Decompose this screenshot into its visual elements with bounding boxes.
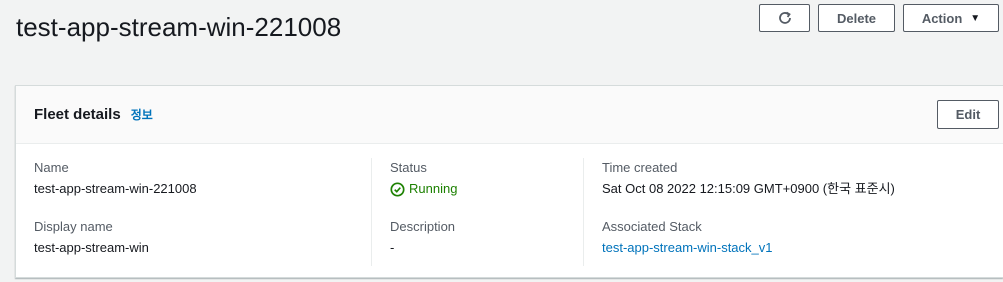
description-field: Description - bbox=[390, 219, 457, 256]
description-value: - bbox=[390, 240, 395, 255]
panel-title: Fleet details bbox=[34, 106, 121, 123]
action-dropdown-button[interactable]: Action ▼ bbox=[903, 4, 999, 32]
display-name-label: Display name bbox=[34, 219, 113, 234]
details-column-3: Time created Sat Oct 08 2022 12:15:09 GM… bbox=[602, 160, 895, 256]
status-text: Running bbox=[409, 181, 458, 196]
refresh-button[interactable] bbox=[759, 4, 810, 32]
status-field: Status Running bbox=[390, 160, 457, 197]
delete-button[interactable]: Delete bbox=[818, 4, 895, 32]
time-created-value: Sat Oct 08 2022 12:15:09 GMT+0900 (한국 표준… bbox=[602, 181, 895, 196]
associated-stack-field: Associated Stack test-app-stream-win-sta… bbox=[602, 219, 895, 256]
associated-stack-label: Associated Stack bbox=[602, 219, 702, 234]
refresh-icon bbox=[778, 11, 791, 24]
fleet-details-panel: Fleet details 정보 Edit Name test-app-stre… bbox=[15, 85, 1003, 278]
info-link[interactable]: 정보 bbox=[131, 106, 153, 123]
column-divider bbox=[371, 158, 372, 266]
name-label: Name bbox=[34, 160, 69, 175]
column-divider bbox=[583, 158, 584, 266]
check-circle-icon bbox=[390, 181, 405, 197]
caret-down-icon: ▼ bbox=[970, 12, 981, 24]
associated-stack-link[interactable]: test-app-stream-win-stack_v1 bbox=[602, 240, 895, 256]
header-actions: Delete Action ▼ bbox=[759, 4, 999, 32]
status-value: Running bbox=[390, 181, 457, 197]
details-column-1: Name test-app-stream-win-221008 Display … bbox=[34, 160, 197, 256]
details-column-2: Status Running Description - bbox=[390, 160, 457, 256]
status-label: Status bbox=[390, 160, 427, 175]
display-name-value: test-app-stream-win bbox=[34, 240, 149, 255]
time-created-label: Time created bbox=[602, 160, 678, 175]
details-grid: Name test-app-stream-win-221008 Display … bbox=[16, 144, 1003, 278]
page-title: test-app-stream-win-221008 bbox=[16, 12, 342, 42]
panel-header: Fleet details 정보 Edit bbox=[16, 86, 1003, 144]
display-name-field: Display name test-app-stream-win bbox=[34, 219, 197, 256]
name-field: Name test-app-stream-win-221008 bbox=[34, 160, 197, 197]
action-label: Action bbox=[921, 10, 963, 26]
name-value: test-app-stream-win-221008 bbox=[34, 181, 197, 196]
edit-button[interactable]: Edit bbox=[937, 100, 999, 129]
time-created-field: Time created Sat Oct 08 2022 12:15:09 GM… bbox=[602, 160, 895, 197]
description-label: Description bbox=[390, 219, 456, 234]
